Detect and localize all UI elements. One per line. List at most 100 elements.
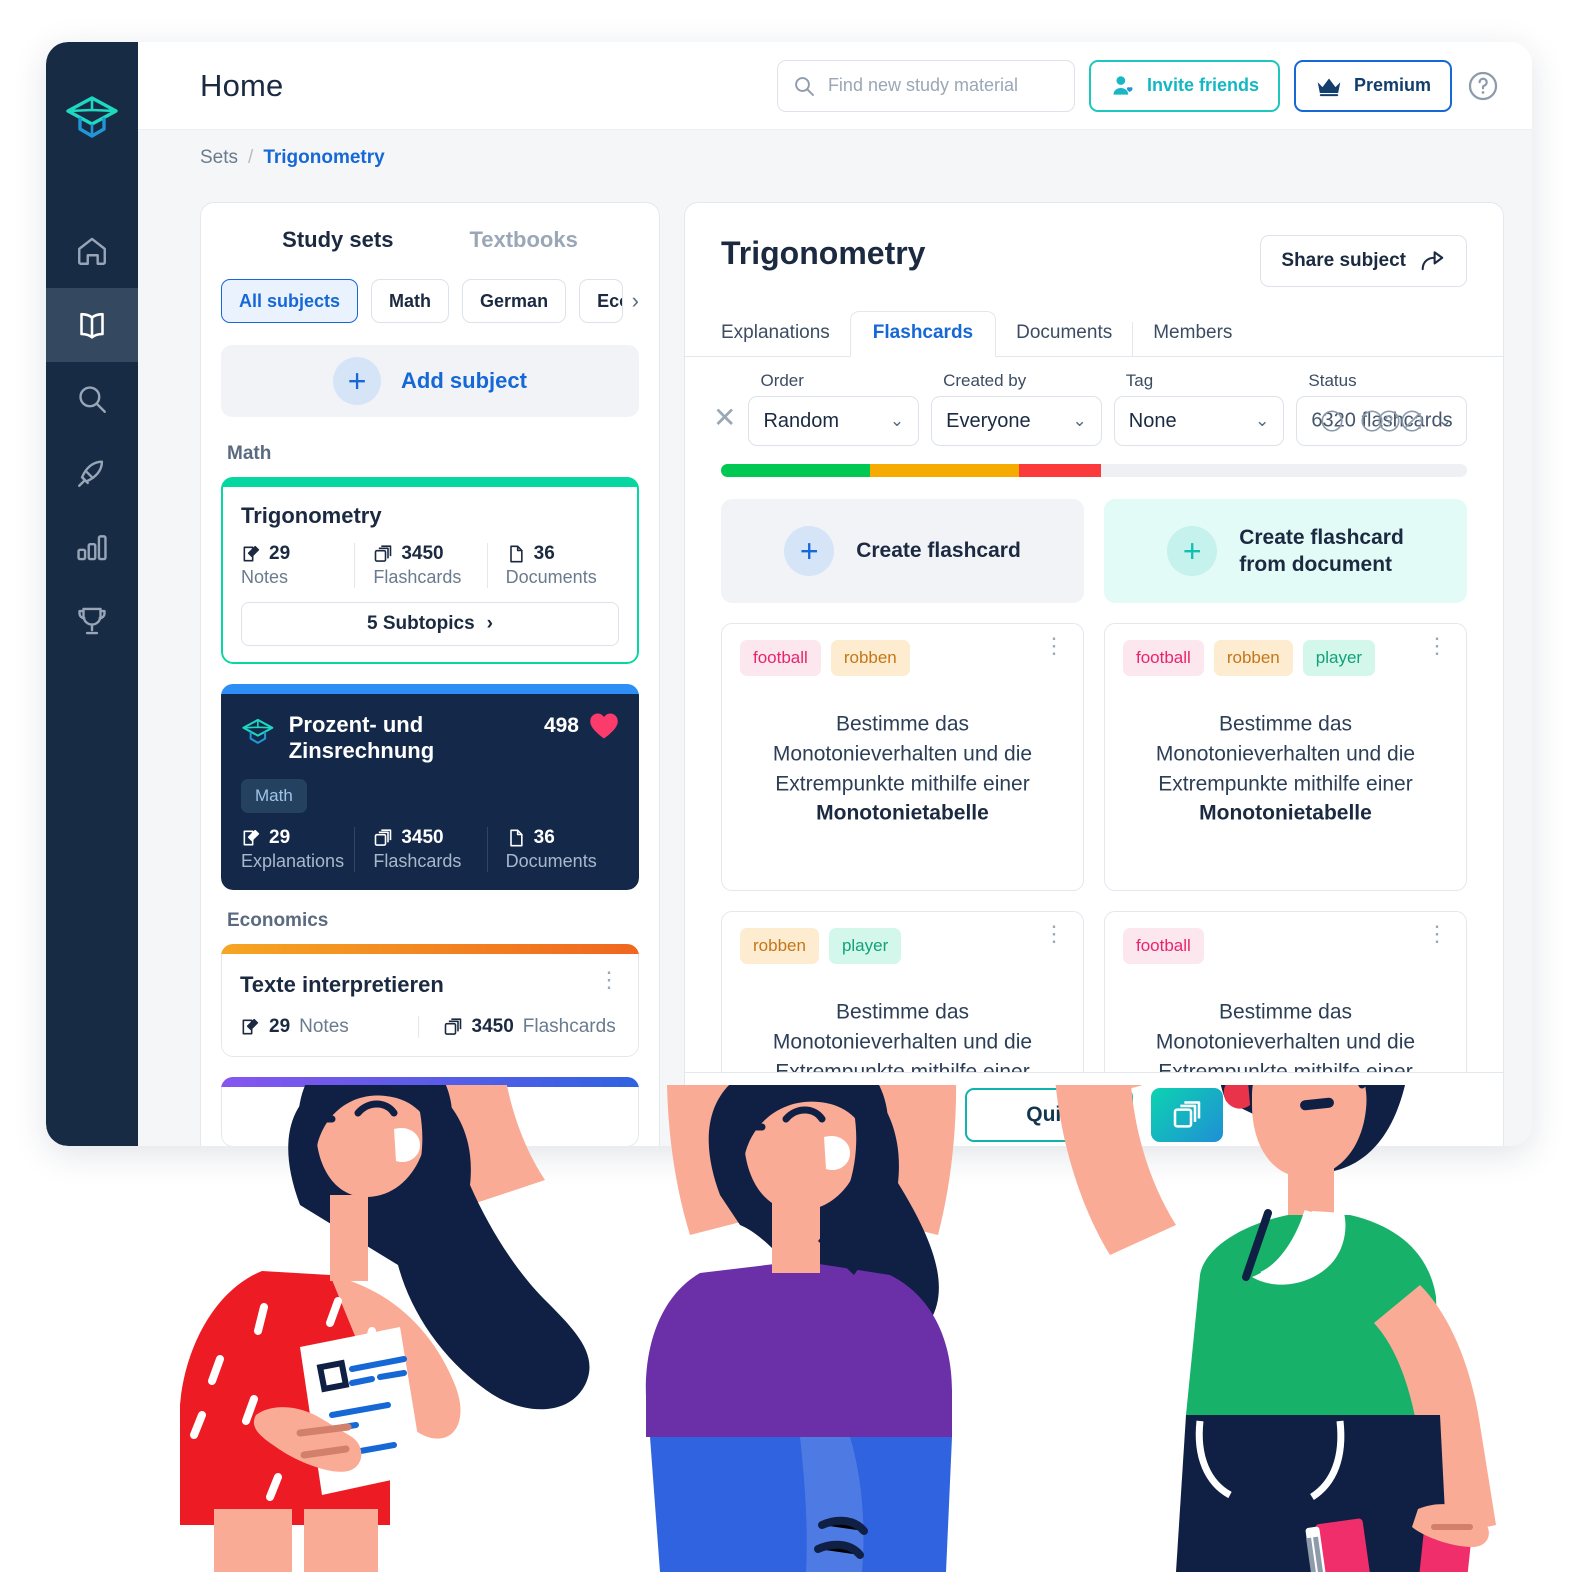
favorites: 498 [544,712,619,740]
heart-icon[interactable] [589,712,619,740]
kebab-menu-icon[interactable]: ⋮ [598,968,620,991]
tag-football[interactable]: football [1123,928,1204,964]
chip-german[interactable]: German [462,279,567,323]
chevron-right-icon: › [486,613,493,634]
create-buttons-row: + Create flashcard + Create flashcard fr… [721,499,1467,603]
trophy-icon [78,607,106,635]
sidebar-item-boost[interactable] [46,436,138,510]
dark-card-title: Prozent- und Zinsrechnung [288,712,435,764]
add-subject-button[interactable]: + Add subject [221,345,639,417]
kebab-menu-icon[interactable]: ⋮ [1043,634,1065,657]
search-icon [79,386,106,413]
subject-tag: Math [241,778,307,813]
filter-created-by: Created by Everyone ⌄ [931,371,1102,446]
filter-status: Status 6320 flashcards ⋮ ⌄ [1296,371,1468,446]
status-select[interactable]: 6320 flashcards ⋮ ⌄ [1296,396,1468,446]
study-sets-tabs: Study sets Textbooks [221,227,639,253]
set-card-texte-interpretieren[interactable]: Texte interpretieren ⋮ 29 Notes 3450 Fla… [221,943,639,1057]
tag-player[interactable]: player [828,928,902,964]
app-logo[interactable] [46,90,138,146]
sidebar-item-stats[interactable] [46,510,138,584]
chevron-right-icon[interactable]: › [632,288,639,314]
breadcrumb-root[interactable]: Sets [200,147,238,169]
note-icon [243,829,260,846]
flashcard-text-bold: Monotonietabelle [816,801,989,825]
tab-flashcards[interactable]: Flashcards [849,311,997,357]
premium-button[interactable]: Premium [1293,59,1452,112]
kebab-menu-icon[interactable]: ⋮ [1426,634,1448,657]
tag-football[interactable]: football [740,640,821,676]
filter-bar: ✕ Order Random ⌄ Created by Everyone ⌄ T… [685,357,1503,446]
invite-friends-label: Invite friends [1146,75,1259,95]
create-flashcard-button[interactable]: + Create flashcard [721,499,1084,603]
tab-study-sets[interactable]: Study sets [282,227,393,253]
stat-documents: 36 Documents [486,543,619,588]
stat-value: 29 [269,826,291,848]
tab-documents[interactable]: Documents [996,322,1132,356]
tab-members[interactable]: Members [1132,322,1252,356]
kebab-menu-icon[interactable]: ⋮ [1410,411,1430,431]
stat-value: 3450 [401,826,444,848]
tag-select[interactable]: None ⌄ [1113,396,1285,446]
order-value: Random [763,409,840,432]
tab-textbooks[interactable]: Textbooks [469,227,577,253]
chevron-down-icon: ⌄ [889,411,905,430]
flashcard-item[interactable]: football robben player ⋮ Bestimme das Mo… [1104,623,1467,891]
filter-label: Created by [943,371,1027,390]
group-label-economics: Economics [227,909,329,931]
flashcard-tags: football [1123,928,1448,964]
stat-label: Flashcards [373,850,462,871]
create-flashcard-label: Create flashcard [856,539,1021,563]
tag-robben[interactable]: robben [830,640,910,676]
plus-icon: + [784,526,835,576]
set-card-stats: 29 Notes 3450 Flashcards 36 Documents [241,543,619,588]
tag-player[interactable]: player [1302,640,1376,676]
invite-friends-button[interactable]: Invite friends [1088,59,1280,112]
sidebar-item-library[interactable] [46,288,138,362]
kebab-menu-icon[interactable]: ⋮ [1043,922,1065,945]
subtopics-label: 5 Subtopics [366,613,475,634]
chip-economics[interactable]: Econo [579,279,623,323]
chip-math[interactable]: Math [371,279,450,323]
subtopics-button[interactable]: 5 Subtopics › [241,602,619,646]
kebab-menu-icon[interactable]: ⋮ [1426,922,1448,945]
filter-label: Order [760,371,804,390]
tag-robben[interactable]: robben [1213,640,1293,676]
set-card-body: Trigonometry 29 Notes 3450 Flashcards 36… [221,487,639,664]
sidebar [46,42,138,1146]
flashcard-text: Bestimme das Monotonieverhalten und die … [750,709,1055,828]
sidebar-item-home[interactable] [46,214,138,288]
stat-label: Flashcards [522,1015,616,1037]
sidebar-item-achievements[interactable] [46,584,138,658]
document-icon [509,829,523,847]
breadcrumb-current[interactable]: Trigonometry [263,147,384,169]
set-card-body-dark: Prozent- und Zinsrechnung 498 Math 29 Ex… [221,694,639,890]
question-circle-icon[interactable] [1376,408,1402,434]
sidebar-item-search[interactable] [46,362,138,436]
share-subject-button[interactable]: Share subject [1260,235,1467,287]
flashcard-item[interactable]: football robben ⋮ Bestimme das Monotonie… [721,623,1084,891]
set-card-prozent-zinsrechnung[interactable]: Prozent- und Zinsrechnung 498 Math 29 Ex… [221,684,639,890]
tag-robben[interactable]: robben [740,928,819,964]
stat-value: 29 [269,1015,291,1037]
students-illustration-svg [180,1085,1496,1572]
tab-explanations[interactable]: Explanations [721,322,850,356]
help-button[interactable] [1466,69,1500,103]
search-input[interactable] [827,75,1043,96]
chip-all-subjects[interactable]: All subjects [221,279,359,323]
create-flashcard-from-document-button[interactable]: + Create flashcard from document [1104,499,1467,603]
stat-label: Notes [299,1015,349,1037]
search-icon [795,76,814,96]
students-illustration [0,1085,1572,1572]
share-arrow-icon [1421,251,1444,271]
set-card-trigonometry[interactable]: Trigonometry 29 Notes 3450 Flashcards 36… [221,477,639,664]
order-select[interactable]: Random ⌄ [748,396,920,446]
stat-value: 3450 [471,1015,514,1037]
tag-football[interactable]: football [1123,640,1204,676]
clear-filters-button[interactable]: ✕ [713,401,736,446]
search-box[interactable] [776,59,1075,112]
screenshot-root: Home Invite friends [0,0,1572,1572]
app-window: Home Invite friends [46,42,1532,1146]
premium-label: Premium [1353,75,1431,95]
created-by-select[interactable]: Everyone ⌄ [931,396,1102,446]
